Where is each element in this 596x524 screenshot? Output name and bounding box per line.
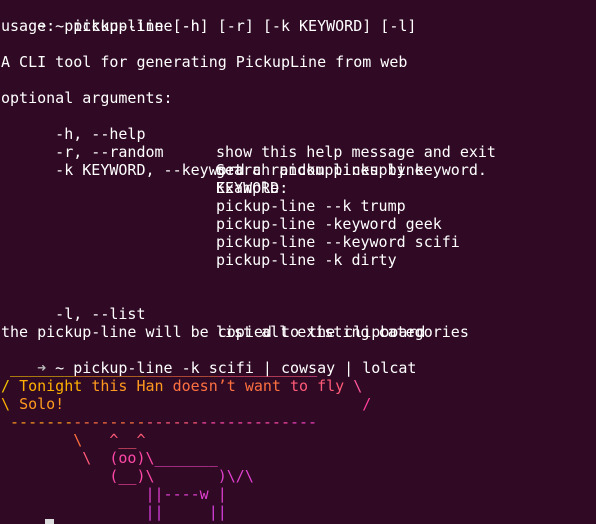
cowsay-segment: \ — [1, 395, 20, 413]
cowsay-segment: \ — [1, 449, 110, 467]
cowsay-segment: Solo! — [19, 395, 65, 413]
cowsay-line: \ ^__^ — [1, 431, 146, 449]
cowsay-segment: \ — [353, 377, 363, 395]
cowsay-segment: || || — [145, 503, 227, 521]
cowsay-line: __________________________________ — [1, 359, 317, 377]
cowsay-segment: )\/\ — [154, 467, 254, 485]
option-keyword-example: pickup-line -k dirty — [216, 251, 397, 269]
cowsay-segment — [1, 359, 10, 377]
terminal-window[interactable]: ➜ ~ pickup-line -h usage: pickup-line [-… — [0, 0, 596, 524]
cowsay-segment — [1, 485, 146, 503]
cowsay-line: / Tonight this Han doesn’t want to fly \ — [1, 377, 362, 395]
cowsay-segment: --- — [290, 413, 318, 431]
cowsay-segment: \ — [1, 431, 83, 449]
option-keyword-desc: Search pickuplines by keyword. — [216, 161, 487, 179]
description-line: A CLI tool for generating PickupLine fro… — [1, 53, 408, 71]
cowsay-segment: / — [362, 395, 372, 413]
option-keyword-example: pickup-line --k trump — [216, 197, 406, 215]
cowsay-line: ---------------------------------- — [1, 413, 317, 431]
cowsay-segment: this Han — [91, 377, 173, 395]
cowsay-line: ||----w | — [1, 485, 227, 503]
cowsay-segment: _______ — [10, 359, 74, 377]
cowsay-segment: ________ — [145, 359, 218, 377]
option-list: -l, --list list all existing categories — [1, 287, 469, 341]
cowsay-segment: / — [1, 377, 20, 395]
cowsay-line: \ (oo)\_______ — [1, 449, 218, 467]
option-keyword-example-label: Example: — [216, 179, 289, 197]
prompt-line-2: ➜ ~ pickup-line -k scifi | cowsay | lolc… — [1, 341, 416, 377]
optional-args-header: optional arguments: — [1, 89, 173, 107]
cowsay-segment: _______ — [154, 449, 218, 467]
cowsay-segment: (oo)\ — [109, 449, 155, 467]
cowsay-segment: ^__^ — [82, 431, 146, 449]
cowsay-segment: -------- — [73, 413, 146, 431]
cowsay-segment: ---------- — [199, 413, 290, 431]
cowsay-segment: ------- — [1, 413, 74, 431]
cowsay-segment: _ — [308, 359, 318, 377]
cowsay-segment: __________ — [217, 359, 309, 377]
option-keyword: -k KEYWORD, --keyword KEYWORD — [1, 143, 279, 197]
cowsay-segment: ------ — [145, 413, 200, 431]
cowsay-segment — [1, 503, 146, 521]
terminal-cursor — [45, 519, 54, 524]
cowsay-segment: Tonight — [19, 377, 92, 395]
option-desc: show this help message and exit — [216, 143, 496, 161]
cowsay-line: \ Solo! / — [1, 395, 371, 413]
cowsay-segment: ________ — [73, 359, 146, 377]
cowsay-segment: to fly — [290, 377, 354, 395]
cowsay-segment — [64, 395, 362, 413]
prompt-line-1: ➜ ~ pickup-line -h — [1, 0, 200, 35]
option-flag: -k KEYWORD, --keyword — [37, 161, 245, 179]
option-keyword-example: pickup-line --keyword scifi — [216, 233, 460, 251]
cowsay-line: (__)\ )\/\ — [1, 467, 254, 485]
cowsay-segment: (__)\ — [109, 467, 155, 485]
usage-line: usage: pickup-line [-h] [-r] [-k KEYWORD… — [1, 17, 417, 35]
cowsay-segment: ||----w | — [145, 485, 227, 503]
cowsay-line: || || — [1, 503, 227, 521]
option-keyword-example: pickup-line -keyword geek — [216, 215, 442, 233]
cowsay-segment: doesn’t want — [172, 377, 290, 395]
option-random: -r, --random get a random pickupline — [1, 125, 424, 179]
option-flag: -l, --list — [37, 305, 146, 323]
clipboard-note: the pickup-line will be copied to the cl… — [1, 323, 426, 341]
option-help: -h, --help show this help message and ex… — [1, 107, 496, 161]
cowsay-segment — [1, 467, 109, 485]
